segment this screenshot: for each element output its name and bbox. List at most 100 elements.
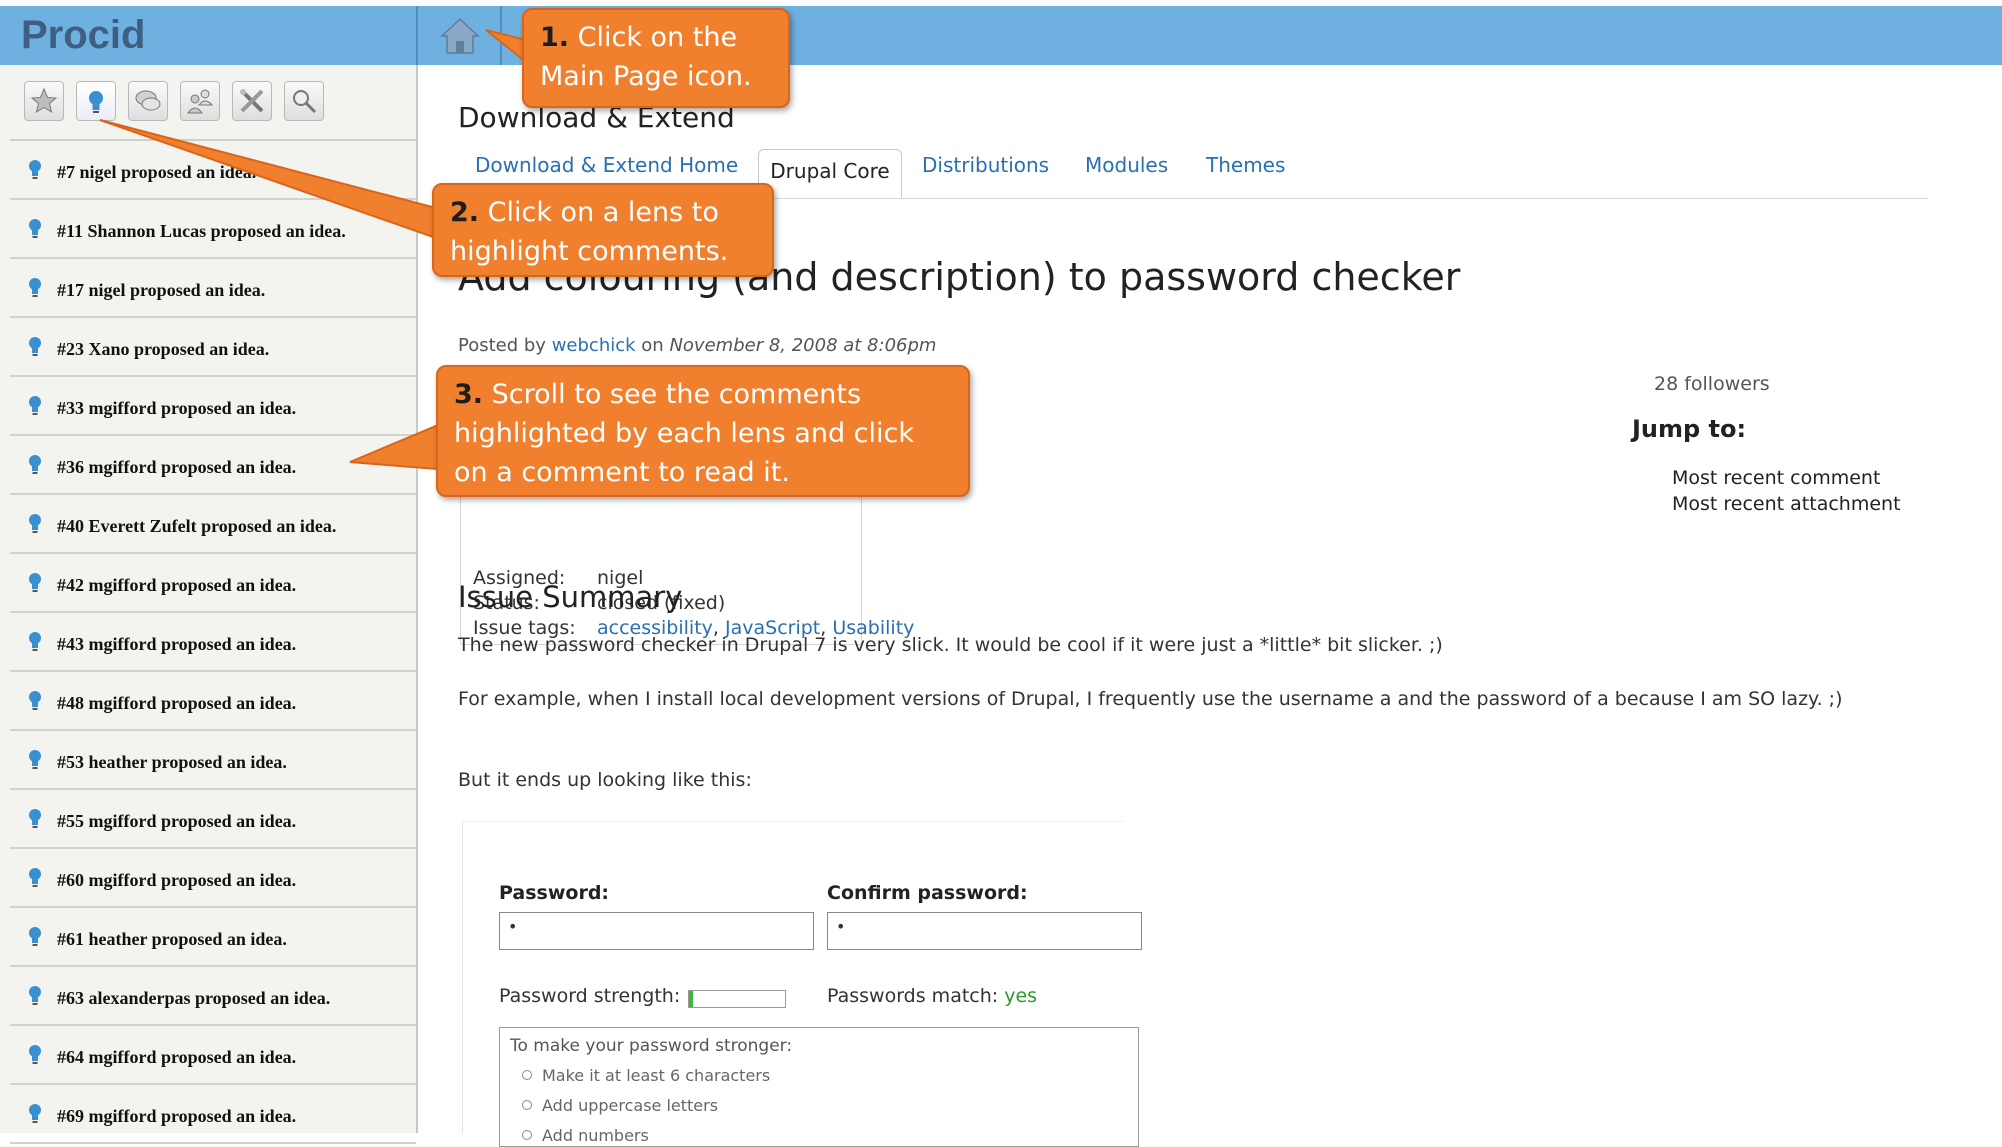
idea-list-item[interactable]: #23 Xano proposed an idea. (10, 318, 416, 377)
lightbulb-icon (27, 985, 43, 1012)
idea-label: #69 mgifford proposed an idea. (57, 1106, 297, 1126)
passwords-match-value: yes (1004, 985, 1038, 1007)
lightbulb-icon (27, 808, 43, 835)
idea-label: #63 alexanderpas proposed an idea. (57, 988, 331, 1008)
password-checker-screenshot: Password: Confirm password: • • Password… (462, 821, 1142, 1147)
idea-list-item[interactable]: #55 mgifford proposed an idea. (10, 790, 416, 849)
idea-list-item[interactable]: #43 mgifford proposed an idea. (10, 613, 416, 672)
tools-icon (240, 89, 264, 113)
tab-modules[interactable]: Modules (1085, 153, 1168, 177)
password-strength-meter (688, 990, 786, 1008)
lightbulb-icon (27, 336, 43, 363)
idea-list-item[interactable]: #33 mgifford proposed an idea. (10, 377, 416, 436)
search-lens-button[interactable] (284, 81, 324, 121)
discussion-lens-button[interactable] (128, 81, 168, 121)
lightbulb-icon (27, 218, 43, 245)
idea-label: #40 Everett Zufelt proposed an idea. (57, 516, 337, 536)
issue-summary-heading: Issue Summary (458, 580, 683, 614)
tab-themes[interactable]: Themes (1206, 153, 1285, 177)
tab-distributions[interactable]: Distributions (922, 153, 1049, 177)
idea-list-item[interactable]: #40 Everett Zufelt proposed an idea. (10, 495, 416, 554)
procid-sidebar: #7 nigel proposed an idea. #11 Shannon Lu… (0, 65, 418, 1144)
lightbulb-icon (27, 926, 43, 953)
summary-paragraph: For example, when I install local develo… (458, 688, 1843, 710)
lens-toolbar (10, 65, 416, 141)
idea-list-item[interactable]: #60 mgifford proposed an idea. (10, 849, 416, 908)
password-strength-label: Password strength: (499, 985, 681, 1007)
idea-label: #33 mgifford proposed an idea. (57, 398, 297, 418)
idea-list-item[interactable]: #36 mgifford proposed an idea. (10, 436, 416, 495)
idea-list-item[interactable]: #42 mgifford proposed an idea. (10, 554, 416, 613)
lightbulb-icon (27, 159, 43, 186)
lightbulb-icon (27, 1044, 43, 1071)
lightbulb-icon (27, 631, 43, 658)
top-bar: Procid (0, 6, 2002, 65)
password-tips-box: To make your password stronger: Make it … (499, 1027, 1139, 1147)
chat-bubbles-icon (135, 90, 161, 111)
idea-list-item[interactable]: #11 Shannon Lucas proposed an idea. (10, 200, 416, 259)
idea-list-item[interactable]: #63 alexanderpas proposed an idea. (10, 967, 416, 1026)
author-link[interactable]: webchick (552, 335, 636, 356)
lightbulb-icon (27, 749, 43, 776)
callout-3-text: Scroll to see the comments highlighted b… (454, 379, 915, 488)
idea-label: #36 mgifford proposed an idea. (57, 457, 297, 477)
callout-1: 1. Click on the Main Page icon. (522, 8, 790, 108)
password-tips-heading: To make your password stronger: (510, 1036, 793, 1056)
lightbulb-icon (27, 867, 43, 894)
jump-to-heading: Jump to: (1632, 415, 1747, 443)
tab-drupal-core[interactable]: Drupal Core (758, 149, 902, 198)
idea-list-item[interactable]: #61 heather proposed an idea. (10, 908, 416, 967)
lightbulb-icon (27, 690, 43, 717)
password-tip: Make it at least 6 characters (522, 1066, 770, 1085)
idea-list-item[interactable]: #64 mgifford proposed an idea. (10, 1026, 416, 1085)
password-field[interactable]: • (499, 912, 814, 950)
idea-label: #53 heather proposed an idea. (57, 752, 287, 772)
callout-2: 2. Click on a lens to highlight comments… (432, 183, 774, 277)
callout-1-text: Click on the Main Page icon. (540, 22, 752, 92)
idea-label: #43 mgifford proposed an idea. (57, 634, 297, 654)
confirm-password-label: Confirm password: (827, 882, 1028, 904)
posted-date: November 8, 2008 at 8:06pm (669, 335, 937, 356)
idea-label: #61 heather proposed an idea. (57, 929, 287, 949)
idea-label: #23 Xano proposed an idea. (57, 339, 270, 359)
lightbulb-icon (27, 454, 43, 481)
password-tip: Add uppercase letters (522, 1096, 718, 1115)
idea-label: #60 mgifford proposed an idea. (57, 870, 297, 890)
idea-label: #55 mgifford proposed an idea. (57, 811, 297, 831)
password-tip: Add numbers (522, 1126, 649, 1145)
lightbulb-icon (27, 395, 43, 422)
idea-list-item[interactable]: #53 heather proposed an idea. (10, 731, 416, 790)
jump-most-recent-comment[interactable]: Most recent comment (1672, 467, 1880, 489)
summary-paragraph: But it ends up looking like this: (458, 769, 752, 791)
summary-paragraph: The new password checker in Drupal 7 is … (458, 634, 1443, 656)
jump-most-recent-attachment[interactable]: Most recent attachment (1672, 493, 1901, 515)
passwords-match-label: Passwords match: (827, 985, 999, 1007)
lightbulb-icon (27, 572, 43, 599)
confirm-password-field[interactable]: • (827, 912, 1142, 950)
idea-list-item[interactable]: #17 nigel proposed an idea. (10, 259, 416, 318)
idea-label: #42 mgifford proposed an idea. (57, 575, 297, 595)
home-divider (500, 6, 502, 65)
lightbulb-lens-button[interactable] (76, 81, 116, 121)
people-icon (187, 89, 214, 114)
lightbulb-icon (27, 1103, 43, 1130)
password-strength-fill (689, 991, 693, 1007)
home-icon[interactable] (440, 16, 480, 56)
idea-list-item[interactable]: #69 mgifford proposed an idea. (10, 1085, 416, 1144)
lightbulb-icon (27, 513, 43, 540)
idea-list-item[interactable]: #48 mgifford proposed an idea. (10, 672, 416, 731)
posted-by-line: Posted by webchick on November 8, 2008 a… (458, 335, 936, 356)
callout-2-number: 2. (450, 197, 480, 228)
idea-label: #7 nigel proposed an idea. (57, 162, 257, 182)
idea-list-item[interactable]: #7 nigel proposed an idea. (10, 141, 416, 200)
tools-lens-button[interactable] (232, 81, 272, 121)
followers-count: 28 followers (1654, 373, 1770, 395)
idea-label: #17 nigel proposed an idea. (57, 280, 266, 300)
star-lens-button[interactable] (24, 81, 64, 121)
tab-download-home[interactable]: Download & Extend Home (475, 153, 738, 177)
star-icon (30, 87, 58, 114)
callout-3: 3. Scroll to see the comments highlighte… (436, 365, 970, 497)
password-label: Password: (499, 882, 610, 904)
idea-label: #11 Shannon Lucas proposed an idea. (57, 221, 346, 241)
people-lens-button[interactable] (180, 81, 220, 121)
